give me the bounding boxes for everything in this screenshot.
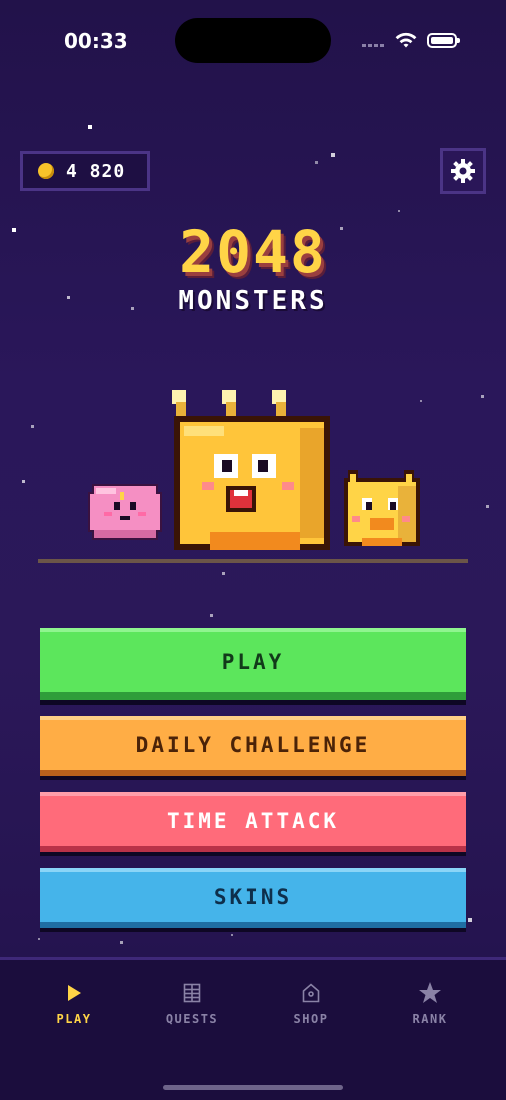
battery-icon bbox=[427, 33, 460, 48]
skins-button[interactable]: SKINS bbox=[40, 868, 466, 928]
gear-icon bbox=[451, 159, 475, 183]
coin-balance: 4 820 bbox=[20, 151, 150, 191]
tab-quests[interactable]: QUESTS bbox=[142, 980, 242, 1026]
settings-button[interactable] bbox=[440, 148, 486, 194]
orange-monster-icon bbox=[172, 390, 330, 550]
star-icon bbox=[419, 982, 441, 1003]
dynamic-island bbox=[175, 18, 331, 63]
wifi-icon bbox=[395, 32, 417, 48]
status-bar: 00:33 bbox=[0, 0, 506, 80]
pink-monster-icon bbox=[88, 484, 162, 540]
home-indicator[interactable] bbox=[163, 1085, 343, 1090]
tab-rank[interactable]: RANK bbox=[380, 980, 480, 1026]
coin-count: 4 820 bbox=[66, 160, 126, 182]
quests-icon bbox=[183, 983, 201, 1003]
yellow-monster-icon bbox=[344, 470, 420, 546]
play-button[interactable]: PLAY bbox=[40, 628, 466, 700]
game-subtitle: MONSTERS bbox=[178, 286, 328, 316]
tab-label: SHOP bbox=[293, 1012, 329, 1026]
daily-challenge-button[interactable]: DAILY CHALLENGE bbox=[40, 716, 466, 776]
time-attack-button[interactable]: TIME ATTACK bbox=[40, 792, 466, 852]
shop-icon bbox=[302, 983, 320, 1003]
tab-label: QUESTS bbox=[165, 1012, 219, 1026]
tab-play[interactable]: PLAY bbox=[24, 980, 124, 1026]
tab-label: PLAY bbox=[56, 1012, 92, 1026]
play-icon bbox=[68, 985, 81, 1001]
tab-label: RANK bbox=[412, 1012, 448, 1026]
coin-icon bbox=[38, 163, 54, 179]
tab-bar: PLAY QUESTS SHOP RANK bbox=[0, 957, 506, 1100]
cellular-signal-icon bbox=[362, 44, 384, 47]
tab-shop[interactable]: SHOP bbox=[261, 980, 361, 1026]
game-title: 2048 bbox=[179, 218, 327, 286]
status-time: 00:33 bbox=[64, 29, 128, 53]
ground-line bbox=[38, 559, 468, 563]
